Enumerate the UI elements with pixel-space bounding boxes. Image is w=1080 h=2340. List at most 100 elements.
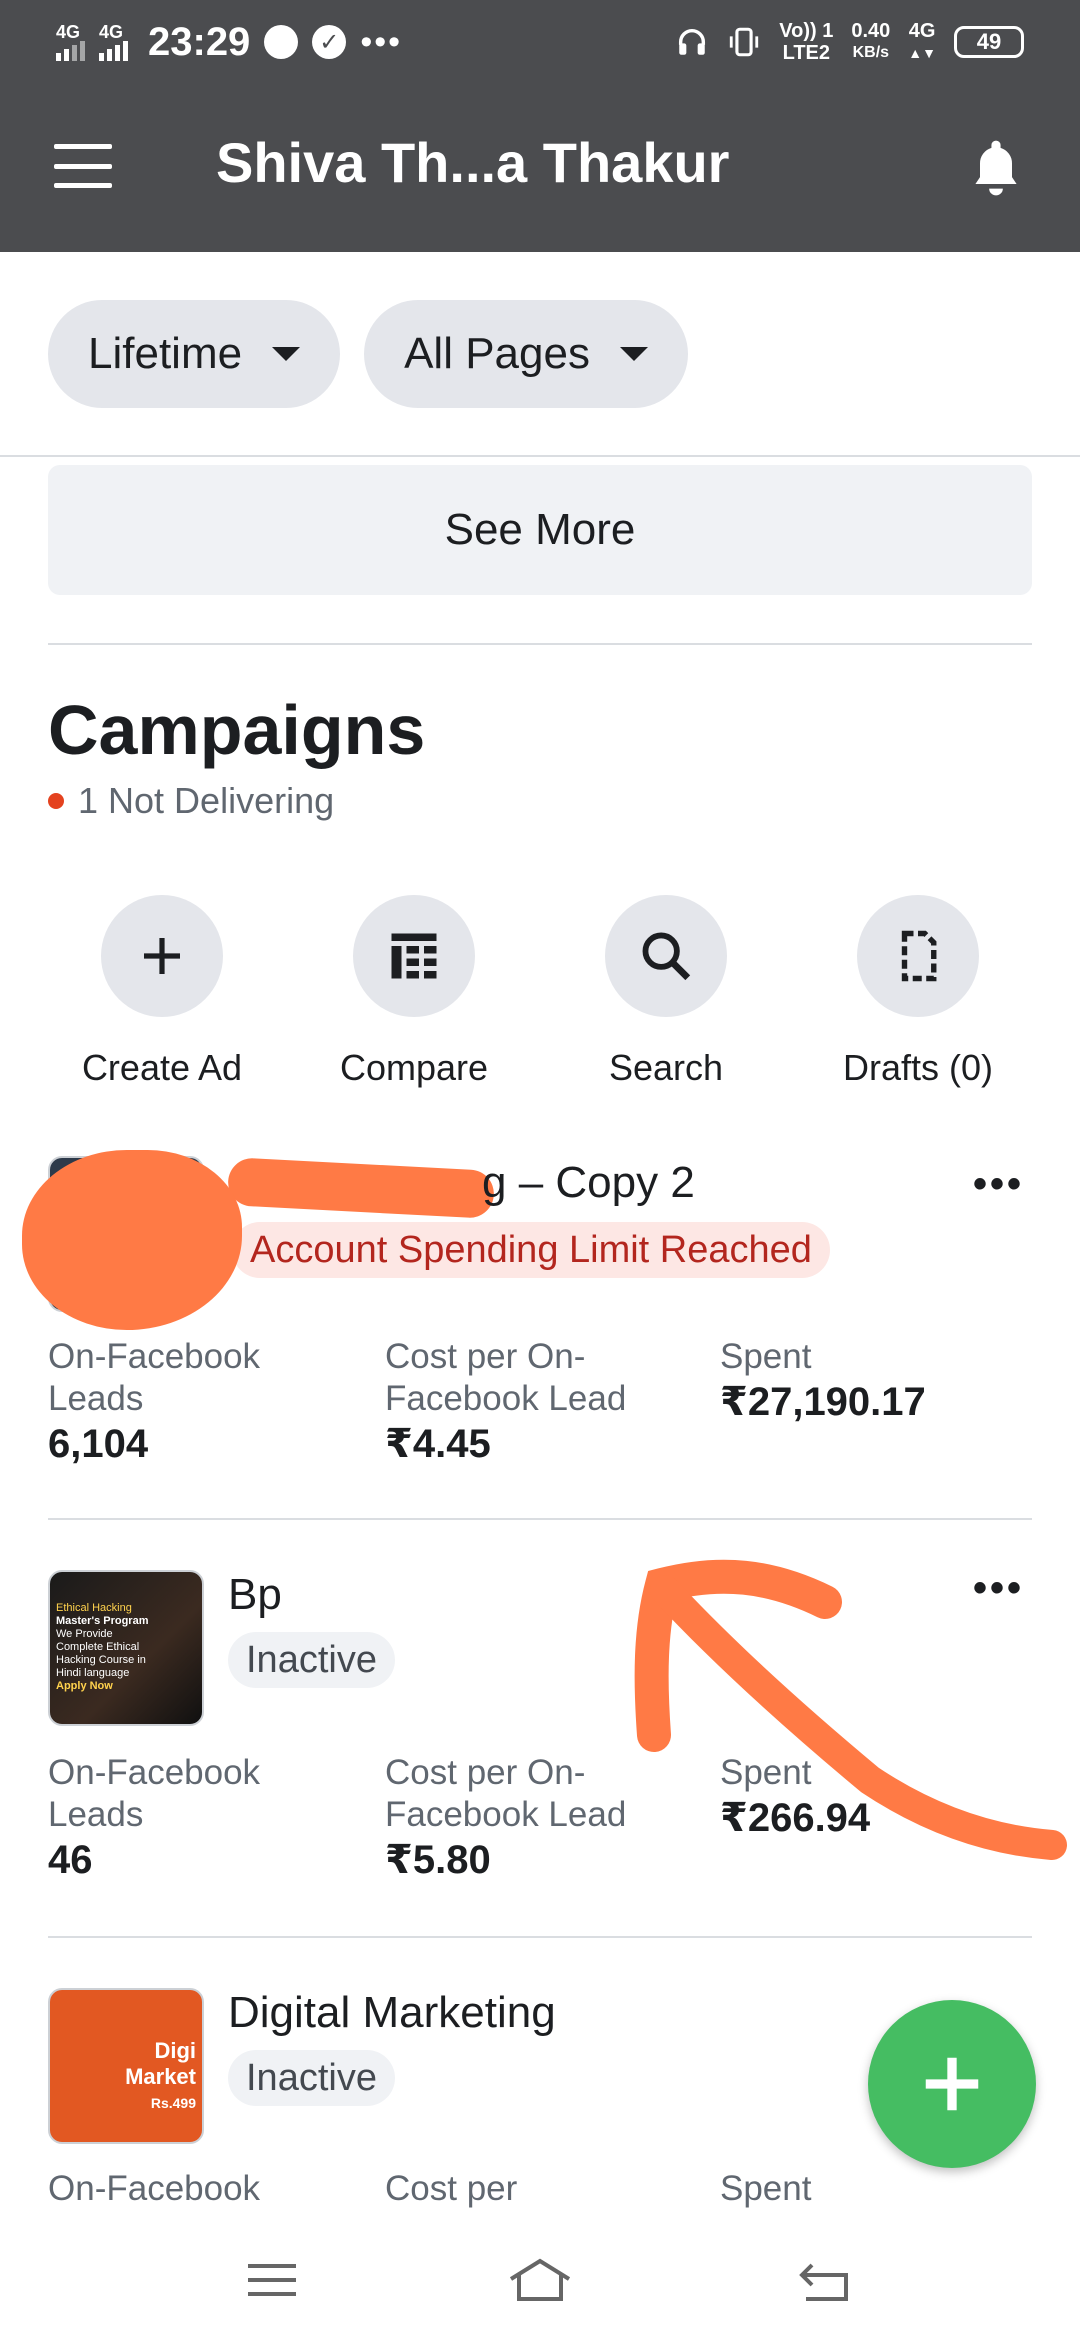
thumbnail-text: Complete Ethical (56, 1641, 140, 1653)
delivery-status-text: 1 Not Delivering (78, 780, 335, 821)
notifications-bell-button[interactable] (968, 136, 1024, 200)
metric-label: Cost per (385, 2169, 518, 2208)
leads-metric: On-Facebook Leads 6,104 (48, 1336, 368, 1468)
metric-label: On-Facebook (48, 2169, 261, 2208)
back-button[interactable] (784, 2250, 864, 2310)
thumbnail-text: Hindi language (56, 1667, 130, 1679)
leads-metric: On-Facebook Leads 46 (48, 1752, 368, 1884)
spent-metric: Spent ₹27,190.17 (720, 1336, 1040, 1426)
metric-label: Cost per On-Facebook Lead (385, 1337, 627, 1418)
data-arrows-icon: ▲▼ (908, 45, 936, 61)
system-nav-bar (0, 2220, 1080, 2340)
cost-per-lead-metric: Cost per On-Facebook Lead ₹4.45 (385, 1336, 705, 1468)
status-badge: Inactive (228, 1632, 395, 1688)
divider (48, 643, 1032, 645)
more-notifications-icon: ••• (360, 22, 403, 61)
home-icon (509, 2258, 571, 2301)
draft-document-icon (857, 895, 979, 1017)
hamburger-menu-button[interactable] (54, 144, 112, 188)
metric-value: ₹27,190.17 (720, 1380, 926, 1424)
search-label: Search (608, 1047, 724, 1088)
network-type-label: 4G (908, 20, 936, 42)
divider (0, 455, 1080, 457)
check-notification-icon: ✓ (312, 25, 347, 59)
speed-unit: KB/s (852, 44, 890, 61)
redaction-mark (22, 1150, 242, 1330)
plus-icon (925, 2057, 979, 2111)
volte-indicator: Vo)) 1 LTE2 (779, 20, 833, 64)
caret-down-icon (619, 347, 648, 361)
filter-bar: Lifetime All Pages (48, 300, 688, 408)
thumbnail-text: Hacking Course in (56, 1654, 146, 1666)
battery-icon: 49 (954, 26, 1024, 58)
back-icon (799, 2263, 848, 2301)
search-button[interactable]: Search (536, 895, 796, 1089)
metric-value: 46 (48, 1838, 93, 1882)
thumbnail-text: Market (125, 2064, 196, 2089)
campaign-name: g – Copy 2 (482, 1158, 695, 1207)
recents-icon (248, 2264, 296, 2296)
thumbnail-text: Apply Now (56, 1680, 113, 1692)
caret-down-icon (272, 347, 301, 361)
lte-label: LTE2 (782, 42, 831, 64)
status-bar: 4G 4G 23:29 ✓ ••• Vo)) 1 LTE2 0.40 KB/s (0, 0, 1080, 84)
top-bar: 4G 4G 23:29 ✓ ••• Vo)) 1 LTE2 0.40 KB/s (0, 0, 1080, 252)
thumbnail-text: Master's Program (56, 1615, 149, 1627)
delivery-status: 1 Not Delivering (48, 780, 334, 822)
app-bar: Shiva Th...a Thakur (0, 84, 1080, 252)
see-more-button[interactable]: See More (48, 465, 1032, 595)
spent-metric: Spent (720, 2168, 811, 2210)
vibrate-icon (730, 27, 759, 57)
campaign-name: Bp (228, 1570, 282, 1619)
sim1-signal-icon: 4G (56, 23, 85, 61)
headphones-icon (679, 29, 706, 55)
warning-dot-icon (48, 793, 64, 809)
drafts-button[interactable]: Drafts (0) (788, 895, 1048, 1089)
thumbnail-text: We Provide (56, 1628, 113, 1640)
campaign-name: Digital Marketing (228, 1988, 556, 2037)
redaction-mark (226, 1157, 496, 1219)
create-ad-label: Create Ad (81, 1047, 243, 1088)
volte-label: Vo)) 1 (779, 20, 834, 42)
status-badge: Account Spending Limit Reached (232, 1222, 830, 1278)
lifetime-filter-dropdown[interactable]: Lifetime (48, 300, 341, 408)
leads-metric: On-Facebook (48, 2168, 260, 2210)
create-fab-button[interactable] (868, 2000, 1036, 2168)
lifetime-filter-label: Lifetime (88, 329, 243, 378)
recent-apps-button[interactable] (232, 2250, 312, 2310)
divider (48, 1518, 1032, 1520)
home-button[interactable] (500, 2250, 580, 2310)
app-notification-icon (264, 25, 299, 59)
pages-filter-dropdown[interactable]: All Pages (364, 300, 688, 408)
metric-value: ₹4.45 (385, 1422, 491, 1466)
metric-value: 6,104 (48, 1422, 149, 1466)
campaigns-heading: Campaigns (48, 691, 426, 769)
pages-filter-label: All Pages (404, 329, 590, 378)
compare-list-icon (353, 895, 475, 1017)
thumbnail-text: Ethical Hacking (56, 1602, 132, 1614)
speed-value: 0.40 (851, 20, 891, 42)
thumbnail-text: Rs.499 (150, 2095, 196, 2111)
more-options-button[interactable]: ••• (973, 1162, 1024, 1207)
sim2-label: 4G (99, 22, 124, 42)
divider (48, 1936, 1032, 1938)
metric-label: Spent (720, 1337, 812, 1376)
campaign-thumbnail: Digi Market Rs.499 (48, 1988, 204, 2144)
clock: 23:29 (148, 19, 251, 64)
plus-icon (101, 895, 223, 1017)
compare-button[interactable]: Compare (284, 895, 544, 1089)
cost-per-lead-metric: Cost per (385, 2168, 517, 2210)
annotation-arrow (634, 1559, 1067, 1860)
search-icon (605, 895, 727, 1017)
drafts-label: Drafts (0) (842, 1047, 993, 1088)
create-ad-button[interactable]: Create Ad (32, 895, 292, 1089)
network-speed: 0.40 KB/s (851, 20, 890, 64)
thumbnail-text: Digi (154, 2038, 196, 2063)
status-badge: Inactive (228, 2050, 395, 2106)
campaign-thumbnail: Ethical Hacking Master's Program We Prov… (48, 1570, 204, 1726)
sim1-label: 4G (56, 22, 81, 42)
sim2-signal-icon: 4G (99, 23, 128, 61)
metric-label: On-Facebook Leads (48, 1337, 261, 1418)
metric-label: Spent (720, 2169, 812, 2208)
metric-label: On-Facebook Leads (48, 1753, 261, 1834)
